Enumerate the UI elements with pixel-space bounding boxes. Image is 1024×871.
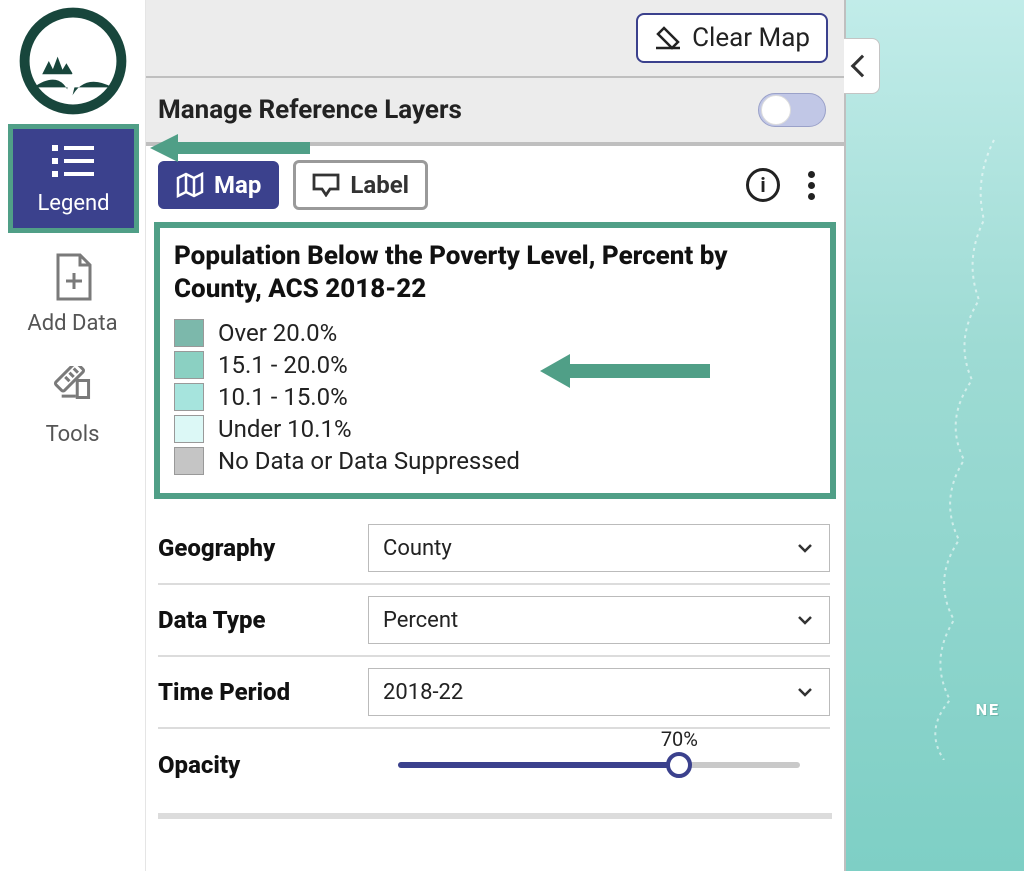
nav-label-legend: Legend	[17, 191, 130, 216]
legend-row: Under 10.1%	[174, 415, 816, 443]
geography-select[interactable]: County	[368, 524, 830, 572]
opacity-slider[interactable]: 70%	[368, 741, 830, 789]
layer-controls: Geography County Data Type Percent Time …	[146, 509, 844, 801]
reference-layers-row: Manage Reference Layers	[146, 78, 844, 144]
geography-value: County	[383, 536, 452, 561]
map-icon	[176, 172, 204, 198]
panel-toolbar: Clear Map	[146, 0, 844, 78]
add-page-icon	[52, 253, 94, 301]
chevron-down-icon	[795, 610, 815, 630]
coastline-decoration	[884, 120, 1014, 760]
legend-row: No Data or Data Suppressed	[174, 447, 816, 475]
legend-row: 10.1 - 15.0%	[174, 383, 816, 411]
legend-swatch	[174, 383, 204, 411]
opacity-label: Opacity	[158, 751, 368, 779]
tab-label[interactable]: Label	[293, 160, 428, 210]
callout-arrow-left-icon	[150, 134, 310, 162]
map-canvas[interactable]: NE	[846, 0, 1024, 871]
nav-label-tools: Tools	[0, 422, 145, 447]
clear-map-label: Clear Map	[692, 23, 810, 53]
data-type-select[interactable]: Percent	[368, 596, 830, 644]
legend-swatch	[174, 351, 204, 379]
eraser-icon	[654, 24, 682, 52]
legend-swatch	[174, 447, 204, 475]
logo-icon	[18, 6, 128, 116]
nav-item-add-data[interactable]: Add Data	[0, 239, 145, 352]
app-logo	[0, 0, 145, 122]
data-type-label: Data Type	[158, 606, 368, 634]
time-period-select[interactable]: 2018-22	[368, 668, 830, 716]
tools-icon	[50, 366, 96, 412]
chevron-down-icon	[795, 538, 815, 558]
legend-card: Population Below the Poverty Level, Perc…	[154, 222, 836, 499]
slider-fill	[398, 762, 679, 768]
map-place-label: NE	[976, 700, 1000, 719]
nav-label-add-data: Add Data	[0, 311, 145, 336]
legend-title: Population Below the Poverty Level, Perc…	[174, 240, 816, 305]
control-data-type: Data Type Percent	[158, 585, 830, 657]
legend-panel: Clear Map Manage Reference Layers	[146, 0, 846, 871]
control-opacity: Opacity 70%	[158, 729, 830, 801]
legend-row: 15.1 - 20.0%	[174, 351, 816, 379]
time-period-label: Time Period	[158, 678, 368, 706]
legend-label: 15.1 - 20.0%	[218, 351, 348, 379]
legend-label: Over 20.0%	[218, 319, 337, 347]
callout-arrow-legend-icon	[540, 354, 710, 388]
panel-separator	[158, 813, 832, 819]
clear-map-button[interactable]: Clear Map	[636, 13, 828, 63]
tab-map[interactable]: Map	[158, 161, 279, 209]
nav-item-tools[interactable]: Tools	[0, 352, 145, 463]
legend-swatch	[174, 319, 204, 347]
reference-layers-title: Manage Reference Layers	[158, 95, 462, 125]
layer-body: Map Label i Population Below the Poverty…	[146, 144, 844, 871]
info-button[interactable]: i	[746, 168, 780, 202]
chevron-left-icon	[850, 55, 873, 78]
left-nav: Legend Add Data Tools	[0, 0, 146, 871]
data-type-value: Percent	[383, 608, 458, 633]
slider-thumb[interactable]	[666, 752, 692, 778]
list-icon	[52, 143, 96, 179]
legend-items: Over 20.0% 15.1 - 20.0% 10.1 - 15.0% Und…	[174, 319, 816, 475]
nav-item-legend[interactable]: Legend	[0, 124, 145, 233]
geography-label: Geography	[158, 534, 368, 562]
legend-label: No Data or Data Suppressed	[218, 447, 520, 475]
time-period-value: 2018-22	[383, 680, 463, 705]
reference-layers-toggle[interactable]	[758, 93, 826, 127]
more-options-button[interactable]	[794, 168, 828, 202]
toggle-knob	[761, 95, 791, 125]
tab-label-label: Label	[350, 171, 409, 199]
control-geography: Geography County	[158, 513, 830, 585]
collapse-panel-button[interactable]	[844, 38, 880, 94]
label-icon	[312, 173, 340, 197]
chevron-down-icon	[795, 682, 815, 702]
control-time-period: Time Period 2018-22	[158, 657, 830, 729]
opacity-value: 70%	[661, 727, 698, 751]
legend-label: Under 10.1%	[218, 415, 352, 443]
legend-row: Over 20.0%	[174, 319, 816, 347]
legend-label: 10.1 - 15.0%	[218, 383, 348, 411]
legend-swatch	[174, 415, 204, 443]
tab-map-label: Map	[214, 171, 261, 199]
